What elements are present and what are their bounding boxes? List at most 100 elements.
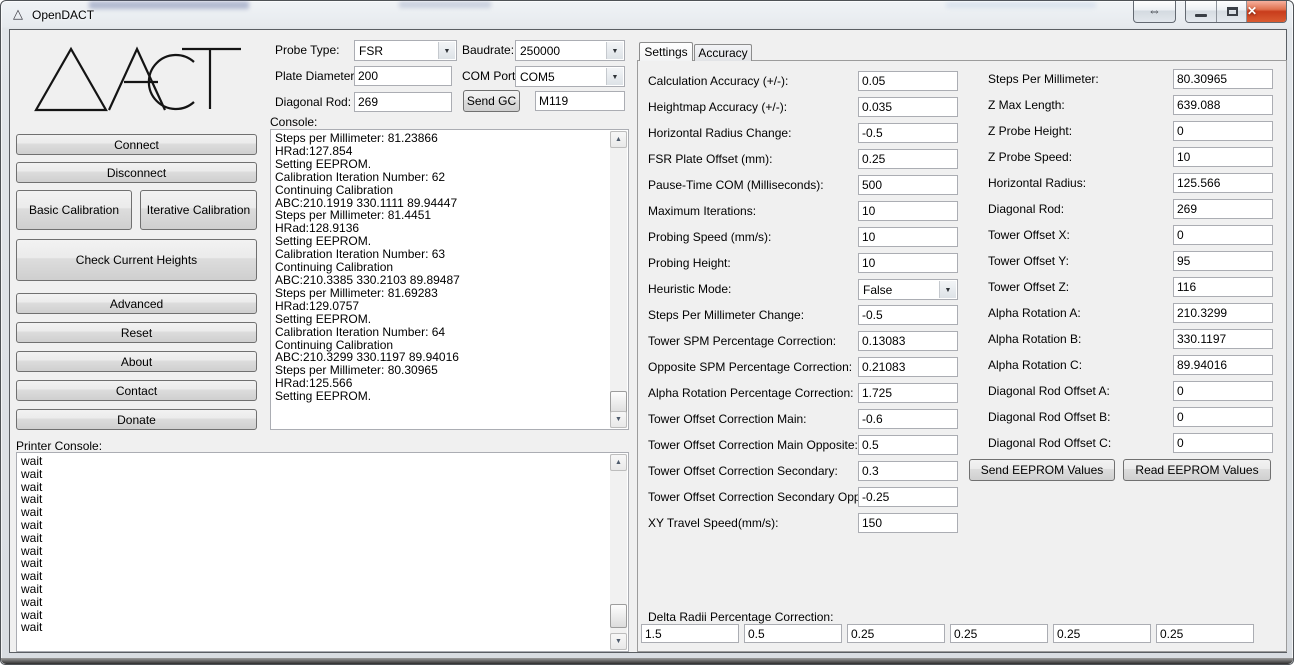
- send-eeprom-values-button[interactable]: Send EEPROM Values: [969, 459, 1115, 481]
- tower-offset-main-input[interactable]: [858, 409, 958, 429]
- resize-button[interactable]: ⇔: [1133, 1, 1176, 23]
- printer-console-scroll-thumb[interactable]: [610, 604, 627, 628]
- z-probe-speed-input[interactable]: [1173, 147, 1273, 167]
- client-area: Connect Disconnect Basic Calibration Ite…: [9, 29, 1287, 653]
- tower-offset-secondary-opp-label: Tower Offset Correction Secondary Opp:: [648, 487, 864, 507]
- chevron-down-icon[interactable]: ▼: [939, 281, 956, 298]
- console-scrollbar[interactable]: ▲ ▼: [610, 131, 627, 428]
- disconnect-button[interactable]: Disconnect: [16, 162, 257, 183]
- probing-speed-label: Probing Speed (mm/s):: [648, 227, 771, 247]
- diagonal-rod-offset-b-input[interactable]: [1173, 407, 1273, 427]
- calculation-accuracy-input[interactable]: [858, 71, 958, 91]
- reset-button[interactable]: Reset: [16, 322, 257, 343]
- console-text: Steps per Millimeter: 81.23866 HRad:127.…: [272, 131, 610, 428]
- minimize-button[interactable]: [1186, 1, 1216, 22]
- fsr-plate-offset-input[interactable]: [858, 149, 958, 169]
- glass-artifact: [89, 1, 249, 9]
- console-output[interactable]: Steps per Millimeter: 81.23866 HRad:127.…: [270, 129, 629, 430]
- printer-console-scrollbar[interactable]: ▲ ▼: [610, 454, 627, 650]
- alpha-rotation-a-input[interactable]: [1173, 303, 1273, 323]
- steps-per-mm-change-input[interactable]: [858, 305, 958, 325]
- connect-button[interactable]: Connect: [16, 134, 257, 155]
- close-icon: ✕: [1247, 4, 1286, 18]
- chevron-down-icon[interactable]: ▼: [438, 42, 455, 59]
- z-max-length-input[interactable]: [1173, 95, 1273, 115]
- delta-radii-input-1[interactable]: [641, 624, 739, 643]
- heightmap-accuracy-input[interactable]: [858, 97, 958, 117]
- delta-radii-input-5[interactable]: [1053, 624, 1151, 643]
- read-eeprom-values-button[interactable]: Read EEPROM Values: [1123, 459, 1271, 481]
- alpha-rotation-c-input[interactable]: [1173, 355, 1273, 375]
- scroll-up-icon[interactable]: ▲: [610, 131, 627, 148]
- alpha-rotation-correction-input[interactable]: [858, 383, 958, 403]
- scroll-down-icon[interactable]: ▼: [610, 411, 627, 428]
- diagonal-rod-label: Diagonal Rod:: [275, 92, 351, 112]
- horizontal-radius-label: Horizontal Radius:: [988, 173, 1086, 193]
- tower-offset-z-input[interactable]: [1173, 277, 1273, 297]
- maximize-button[interactable]: [1216, 1, 1246, 22]
- steps-per-millimeter-input[interactable]: [1173, 69, 1273, 89]
- diagonal-rod-eeprom-input[interactable]: [1173, 199, 1273, 219]
- diagonal-rod-offset-b-label: Diagonal Rod Offset B:: [988, 407, 1111, 427]
- tower-offset-main-opposite-input[interactable]: [858, 435, 958, 455]
- scroll-up-icon[interactable]: ▲: [610, 454, 627, 471]
- scroll-down-icon[interactable]: ▼: [610, 633, 627, 650]
- tower-offset-main-label: Tower Offset Correction Main:: [648, 409, 807, 429]
- pause-time-com-input[interactable]: [858, 175, 958, 195]
- pause-time-com-label: Pause-Time COM (Milliseconds):: [648, 175, 824, 195]
- printer-console-output[interactable]: wait wait wait wait wait wait wait wait …: [16, 452, 629, 652]
- tower-offset-secondary-input[interactable]: [858, 461, 958, 481]
- donate-button[interactable]: Donate: [16, 409, 257, 430]
- steps-per-millimeter-label: Steps Per Millimeter:: [988, 69, 1099, 89]
- titlebar[interactable]: △ OpenDACT ⇔ ✕: [1, 1, 1293, 29]
- z-max-length-label: Z Max Length:: [988, 95, 1065, 115]
- close-button[interactable]: ✕: [1246, 1, 1286, 22]
- calculation-accuracy-label: Calculation Accuracy (+/-):: [648, 71, 788, 91]
- delta-radii-input-6[interactable]: [1156, 624, 1254, 643]
- z-probe-height-input[interactable]: [1173, 121, 1273, 141]
- chevron-down-icon[interactable]: ▼: [606, 42, 623, 59]
- diagonal-rod-input[interactable]: [354, 92, 452, 112]
- basic-calibration-button[interactable]: Basic Calibration: [16, 190, 132, 230]
- glass-artifact: [399, 1, 491, 8]
- maximum-iterations-label: Maximum Iterations:: [648, 201, 756, 221]
- tower-offset-x-input[interactable]: [1173, 225, 1273, 245]
- chevron-down-icon[interactable]: ▼: [606, 68, 623, 85]
- delta-radii-input-4[interactable]: [950, 624, 1048, 643]
- iterative-calibration-button[interactable]: Iterative Calibration: [140, 190, 257, 230]
- tower-spm-correction-input[interactable]: [858, 331, 958, 351]
- horizontal-radius-change-input[interactable]: [858, 123, 958, 143]
- fsr-plate-offset-label: FSR Plate Offset (mm):: [648, 149, 772, 169]
- probing-height-input[interactable]: [858, 253, 958, 273]
- heightmap-accuracy-label: Heightmap Accuracy (+/-):: [648, 97, 787, 117]
- tower-offset-secondary-opp-input[interactable]: [858, 487, 958, 507]
- plate-diameter-input[interactable]: [354, 66, 452, 86]
- diagonal-rod-offset-c-input[interactable]: [1173, 433, 1273, 453]
- resize-arrows-icon: ⇔: [1148, 3, 1161, 18]
- delta-radii-input-2[interactable]: [744, 624, 842, 643]
- tab-accuracy[interactable]: Accuracy: [694, 44, 752, 61]
- contact-button[interactable]: Contact: [16, 380, 257, 401]
- delta-radii-input-3[interactable]: [847, 624, 945, 643]
- xy-travel-speed-input[interactable]: [858, 513, 958, 533]
- printer-console-text: wait wait wait wait wait wait wait wait …: [18, 454, 610, 650]
- tab-settings[interactable]: Settings: [639, 42, 693, 61]
- com-port-select[interactable]: COM5 ▼: [515, 66, 625, 87]
- check-current-heights-button[interactable]: Check Current Heights: [16, 239, 257, 281]
- probe-type-select[interactable]: FSR ▼: [354, 40, 457, 61]
- about-button[interactable]: About: [16, 351, 257, 372]
- tower-offset-y-input[interactable]: [1173, 251, 1273, 271]
- alpha-rotation-b-label: Alpha Rotation B:: [988, 329, 1081, 349]
- gcode-input[interactable]: [535, 91, 625, 111]
- horizontal-radius-input[interactable]: [1173, 173, 1273, 193]
- diagonal-rod-offset-a-input[interactable]: [1173, 381, 1273, 401]
- send-gc-button[interactable]: Send GC: [463, 90, 520, 112]
- heuristic-mode-select[interactable]: False ▼: [858, 279, 958, 300]
- baudrate-select[interactable]: 250000 ▼: [515, 40, 625, 61]
- advanced-button[interactable]: Advanced: [16, 293, 257, 314]
- minimize-icon: [1195, 14, 1207, 17]
- maximum-iterations-input[interactable]: [858, 201, 958, 221]
- probing-speed-input[interactable]: [858, 227, 958, 247]
- opposite-spm-correction-input[interactable]: [858, 357, 958, 377]
- alpha-rotation-b-input[interactable]: [1173, 329, 1273, 349]
